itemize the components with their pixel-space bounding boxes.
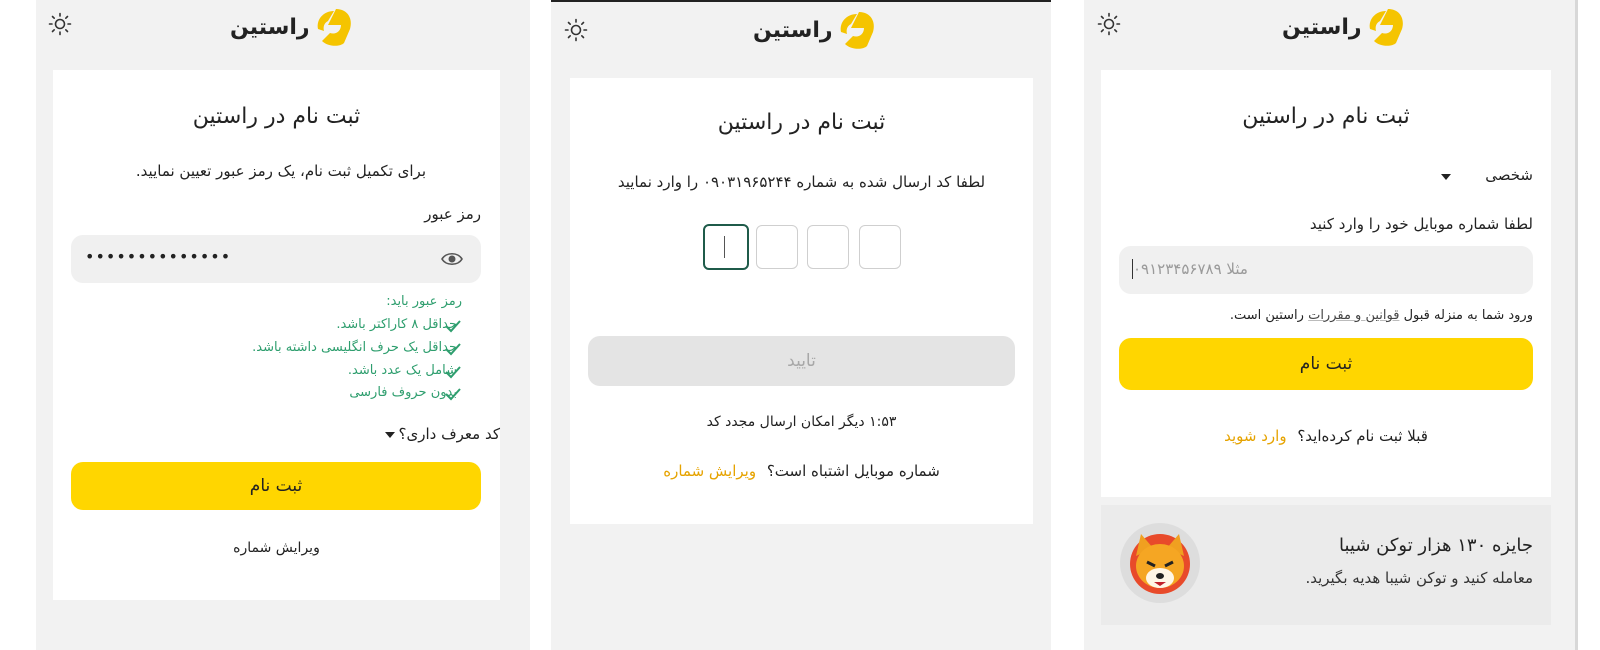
promo-title: جایزه ۱۳۰ هزار توکن شیبا: [1338, 535, 1533, 556]
wrong-number-text: شماره موبایل اشتباه است؟: [766, 462, 940, 480]
password-field[interactable]: ••••••••••••••: [71, 235, 481, 283]
account-type-select[interactable]: شخصی: [1438, 166, 1533, 188]
logo-mark-icon: [840, 12, 874, 49]
edit-number-link[interactable]: ویرایش شماره: [663, 462, 756, 480]
logo-mark-icon: [317, 9, 351, 46]
resend-countdown: ۱:۵۳ دیگر امکان ارسال مجدد کد: [706, 414, 897, 430]
rule-item: حداقل ۸ کاراکتر باشد.: [336, 317, 457, 332]
phone-label: لطفا شماره موبایل خود را وارد کنید: [1309, 215, 1533, 233]
logo-mark-icon: [1369, 9, 1403, 46]
edit-number-link[interactable]: ویرایش شماره: [53, 540, 500, 556]
rule-item: شامل یک عدد باشد.: [347, 363, 457, 378]
terms-prefix: ورود شما به منزله قبول: [1403, 308, 1533, 323]
page-title: ثبت نام در راستین: [192, 104, 361, 129]
already-registered-text: قبلا ثبت نام کرده‌اید؟: [1297, 427, 1428, 445]
signup-button[interactable]: ثبت نام: [1119, 338, 1533, 390]
rules-title: رمز عبور باید:: [386, 294, 462, 309]
rule-item: حداقل یک حرف انگلیسی داشته باشد.: [252, 340, 457, 355]
password-value[interactable]: ••••••••••••••: [85, 247, 231, 266]
logo[interactable]: راستین: [230, 7, 354, 47]
phone-placeholder[interactable]: مثلا ۰۹۱۲۳۴۵۶۷۸۹: [1133, 260, 1248, 278]
otp-digit-input[interactable]: [807, 225, 849, 269]
subtitle: برای تکمیل ثبت نام، یک رمز عبور تعیین نم…: [135, 162, 426, 180]
top-bar: راستین: [1084, 0, 1575, 50]
signup-card: ثبت نام در راستین شخصی لطفا شماره موبایل…: [1101, 70, 1551, 497]
referral-label[interactable]: کد معرف داری؟: [399, 425, 500, 443]
sun-icon[interactable]: [48, 12, 72, 36]
otp-digit-input[interactable]: [756, 225, 798, 269]
check-icon: [445, 320, 461, 333]
top-bar: راستین: [551, 2, 1051, 52]
promo-subtitle: معامله کنید و توکن شیبا هدیه بگیرید.: [1305, 569, 1533, 587]
otp-prompt: لطفا کد ارسال شده به شماره ۰۹۰۳۱۹۶۵۲۴۴ ر…: [617, 173, 986, 191]
terms-link[interactable]: قوانین و مقررات: [1308, 308, 1399, 323]
page-title: ثبت نام در راستین: [1242, 104, 1410, 129]
text-caret: [1132, 259, 1133, 279]
phone-field[interactable]: مثلا ۰۹۱۲۳۴۵۶۷۸۹: [1119, 246, 1533, 294]
logo[interactable]: راستین: [1282, 7, 1406, 47]
account-type-value[interactable]: شخصی: [1485, 166, 1533, 184]
check-icon: [445, 343, 461, 356]
sun-icon[interactable]: [1097, 12, 1121, 36]
promo-banner[interactable]: جایزه ۱۳۰ هزار توکن شیبا معامله کنید و ت…: [1101, 505, 1551, 625]
password-card: ثبت نام در راستین برای تکمیل ثبت نام، یک…: [53, 70, 500, 600]
logo[interactable]: راستین: [753, 10, 877, 50]
caret-down-icon: [385, 432, 395, 438]
page-title: ثبت نام در راستین: [717, 110, 886, 135]
otp-screen: راستین ثبت نام در راستین لطفا کد ارسال ش…: [551, 0, 1051, 650]
logo-text: راستین: [1282, 14, 1363, 40]
sun-icon[interactable]: [564, 18, 588, 42]
shiba-token-icon: [1120, 523, 1200, 603]
top-bar: راستین: [36, 0, 530, 50]
otp-digit-input[interactable]: [703, 224, 749, 270]
wrong-number-row: شماره موبایل اشتباه است؟ ویرایش شماره: [570, 462, 1033, 480]
eye-icon[interactable]: [441, 249, 463, 269]
logo-text: راستین: [753, 17, 834, 43]
password-label: رمز عبور: [424, 205, 481, 223]
text-caret: [724, 236, 725, 258]
submit-button[interactable]: ثبت نام: [71, 462, 481, 510]
caret-down-icon: [1441, 174, 1451, 180]
check-icon: [445, 366, 461, 379]
terms-suffix: راستین است.: [1229, 308, 1304, 323]
password-screen: راستین ثبت نام در راستین برای تکمیل ثبت …: [36, 0, 530, 650]
rule-item: بدون حروف فارسی: [349, 385, 457, 400]
confirm-button[interactable]: تایید: [588, 336, 1015, 386]
terms-text: ورود شما به منزله قبول قوانین و مقررات ر…: [1230, 308, 1533, 323]
login-link[interactable]: وارد شوید: [1224, 427, 1286, 445]
check-icon: [445, 388, 461, 401]
logo-text: راستین: [230, 14, 311, 40]
login-row: قبلا ثبت نام کرده‌اید؟ وارد شوید: [1101, 427, 1551, 445]
otp-digit-input[interactable]: [859, 225, 901, 269]
referral-toggle[interactable]: کد معرف داری؟: [300, 425, 500, 447]
otp-card: ثبت نام در راستین لطفا کد ارسال شده به ش…: [570, 78, 1033, 524]
signup-screen: راستین ثبت نام در راستین شخصی لطفا شماره…: [1084, 0, 1578, 650]
